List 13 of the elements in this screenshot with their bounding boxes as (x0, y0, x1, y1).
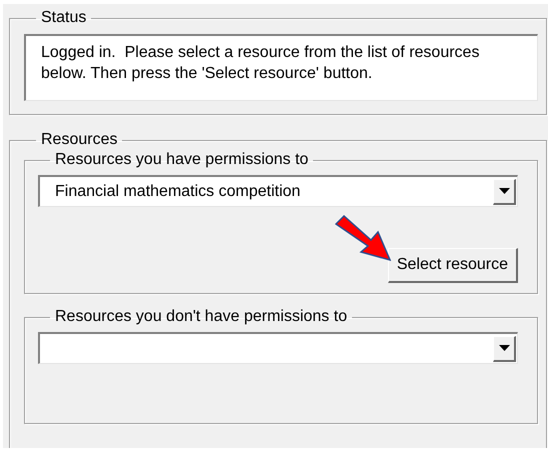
group-label: Resources you have permissions to (54, 151, 310, 169)
group-label: Resources (40, 131, 118, 149)
arrow (335, 215, 391, 261)
caret-icon (498, 188, 510, 194)
status-message: Logged in. Please select a resource from the list of resources below. Then press the 'Select resource' button. (24, 34, 538, 101)
select-resource-button[interactable]: Select resource (388, 248, 518, 283)
caret-icon (498, 345, 510, 351)
dropdown[interactable]: Financial mathematics competition (38, 175, 518, 207)
dropdown-button[interactable] (493, 178, 516, 204)
dropdown-button[interactable] (493, 336, 516, 362)
group-label: Status (40, 9, 88, 27)
dropdown[interactable] (38, 332, 518, 364)
group-label: Resources you don't have permissions to (54, 308, 348, 326)
